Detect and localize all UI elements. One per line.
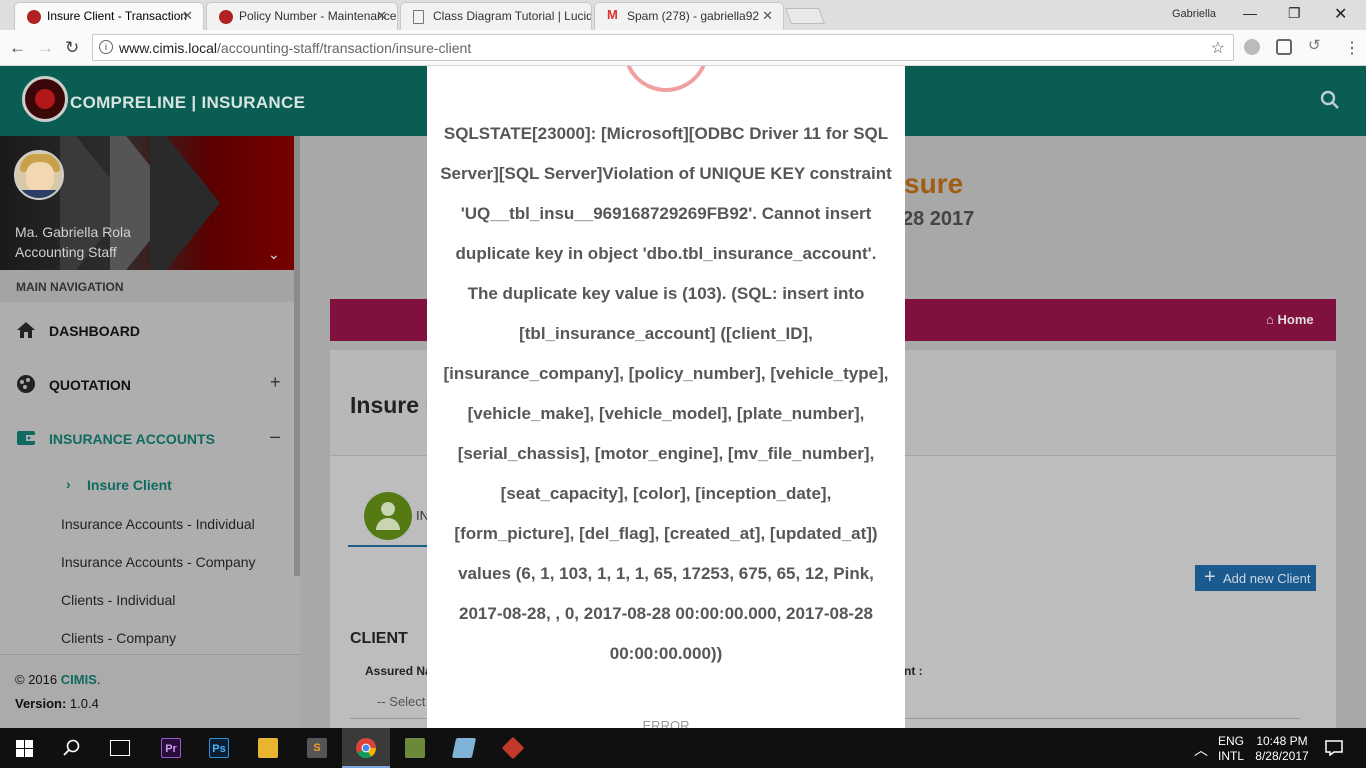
error-message: SQLSTATE[23000]: [Microsoft][ODBC Driver… bbox=[440, 124, 892, 663]
tab-policy-number[interactable]: Policy Number - Maintenance ✕ bbox=[206, 2, 398, 30]
tray-chevron-up-icon[interactable]: ︿ bbox=[1194, 740, 1208, 760]
error-circle-icon bbox=[623, 66, 709, 92]
globe-extension-icon[interactable] bbox=[1244, 39, 1260, 55]
company-logo bbox=[22, 76, 68, 122]
language-indicator[interactable]: ENG INTL bbox=[1218, 734, 1244, 764]
cimis-favicon-icon bbox=[27, 10, 41, 24]
notepad-icon bbox=[451, 738, 477, 758]
field-label: nt : bbox=[904, 664, 923, 678]
bookmark-star-icon[interactable]: ☆ bbox=[1211, 38, 1225, 58]
search-icon[interactable] bbox=[63, 739, 81, 757]
sidebar: Ma. Gabriella Rola Accounting Staff ⌄ MA… bbox=[0, 136, 300, 728]
taskbar-chrome[interactable] bbox=[342, 728, 390, 768]
close-tab-icon[interactable]: ✕ bbox=[182, 8, 193, 24]
sidebar-subitem-insure-client[interactable]: Insure Client bbox=[87, 477, 172, 493]
sidebar-subitem-clients-individual[interactable]: Clients - Individual bbox=[61, 592, 175, 608]
new-tab-button[interactable] bbox=[785, 8, 825, 24]
assured-name-select[interactable]: -- Select bbox=[377, 694, 425, 709]
taskbar-photoshop[interactable]: Ps bbox=[195, 728, 243, 768]
info-icon[interactable]: i bbox=[99, 40, 113, 54]
user-profile-panel: Ma. Gabriella Rola Accounting Staff ⌄ bbox=[0, 136, 300, 270]
history-extension-icon[interactable]: ↺ bbox=[1308, 36, 1324, 54]
sidebar-item-quotation[interactable]: QUOTATION + bbox=[0, 364, 290, 404]
cimis-favicon-icon bbox=[219, 10, 233, 24]
close-window-icon[interactable]: ✕ bbox=[1334, 4, 1347, 24]
sidebar-item-insurance-accounts[interactable]: INSURANCE ACCOUNTS – bbox=[0, 418, 290, 458]
breadcrumb-home[interactable]: ⌂ Home bbox=[1266, 312, 1314, 327]
windows-taskbar: Pr Ps S ︿ ENG INTL 10:48 PM 8/28/2017 bbox=[0, 728, 1366, 768]
chevron-right-icon: › bbox=[66, 476, 71, 492]
back-icon[interactable]: ← bbox=[9, 38, 26, 58]
page-date: 28 2017 bbox=[902, 208, 975, 230]
tab-underline bbox=[348, 545, 428, 547]
notification-icon[interactable] bbox=[1325, 740, 1343, 756]
client-section-header: CLIENT bbox=[350, 630, 408, 647]
main-navigation-header: MAIN NAVIGATION bbox=[0, 270, 300, 302]
user-circle-icon[interactable] bbox=[364, 492, 412, 540]
task-view-icon[interactable] bbox=[110, 740, 130, 756]
avatar bbox=[14, 150, 64, 200]
close-tab-icon[interactable]: ✕ bbox=[376, 8, 387, 24]
profile-name: Ma. Gabriella Rola bbox=[15, 224, 131, 240]
gmail-icon: M bbox=[607, 7, 618, 22]
brand-title[interactable]: COMPRELINE | INSURANCE bbox=[70, 93, 305, 113]
palette-icon bbox=[17, 375, 35, 393]
wallet-icon bbox=[17, 431, 35, 445]
tab-insure-client[interactable]: Insure Client - Transaction ✕ bbox=[14, 2, 204, 30]
page-title: sure bbox=[904, 168, 964, 199]
sidebar-subitem-accounts-company[interactable]: Insurance Accounts - Company bbox=[61, 554, 256, 570]
close-tab-icon[interactable]: ✕ bbox=[762, 8, 773, 24]
restore-icon[interactable]: ❐ bbox=[1288, 5, 1301, 22]
chevron-decoration bbox=[150, 136, 220, 270]
taskbar-tools[interactable] bbox=[391, 728, 439, 768]
expand-icon[interactable]: + bbox=[270, 372, 281, 393]
page-icon bbox=[413, 10, 424, 24]
git-icon bbox=[501, 736, 525, 760]
tools-icon bbox=[405, 738, 425, 758]
version-info: Version: 1.0.4 bbox=[15, 696, 99, 711]
taskbar-notepad[interactable] bbox=[440, 728, 488, 768]
tab-gmail-spam[interactable]: M Spam (278) - gabriella92 ✕ bbox=[594, 2, 784, 30]
sidebar-item-dashboard[interactable]: DASHBOARD bbox=[0, 310, 290, 350]
sublime-icon: S bbox=[307, 738, 327, 758]
plus-icon: + bbox=[1204, 566, 1216, 588]
premiere-icon: Pr bbox=[161, 738, 181, 758]
taskbar-premiere[interactable]: Pr bbox=[147, 728, 195, 768]
taskbar-git[interactable] bbox=[489, 728, 537, 768]
chevron-down-icon[interactable]: ⌄ bbox=[268, 246, 280, 263]
search-icon[interactable] bbox=[1320, 90, 1340, 110]
address-bar-row: ← → ↻ i www.cimis.local/accounting-staff… bbox=[0, 30, 1366, 66]
browser-user-label[interactable]: Gabriella bbox=[1172, 8, 1216, 20]
windows-start-icon[interactable] bbox=[16, 740, 33, 757]
home-icon: ⌂ bbox=[1266, 312, 1274, 327]
menu-icon[interactable]: ⋮ bbox=[1344, 38, 1360, 58]
minimize-icon[interactable]: — bbox=[1243, 5, 1257, 21]
forward-icon[interactable]: → bbox=[37, 38, 54, 58]
profile-role: Accounting Staff bbox=[15, 244, 117, 260]
home-icon bbox=[17, 322, 35, 338]
copyright: © 2016 CIMIS. bbox=[15, 672, 101, 687]
box-title: Insure I bbox=[350, 392, 432, 418]
taskbar-sublime[interactable]: S bbox=[293, 728, 341, 768]
photoshop-icon: Ps bbox=[209, 738, 229, 758]
collapse-icon[interactable]: – bbox=[270, 426, 280, 447]
clock[interactable]: 10:48 PM 8/28/2017 bbox=[1255, 734, 1309, 764]
tab-class-diagram[interactable]: Class Diagram Tutorial | Lucidchart bbox=[400, 2, 592, 30]
error-title: ERROR bbox=[642, 718, 690, 728]
add-new-client-button[interactable]: + Add new Client bbox=[1195, 565, 1316, 591]
folder-icon bbox=[258, 738, 278, 758]
cimis-link[interactable]: CIMIS bbox=[61, 672, 97, 687]
reload-icon[interactable]: ↻ bbox=[65, 38, 79, 58]
error-modal: SQLSTATE[23000]: [Microsoft][ODBC Driver… bbox=[427, 66, 905, 728]
sidebar-subitem-clients-company[interactable]: Clients - Company bbox=[61, 630, 176, 646]
taskbar-file-explorer[interactable] bbox=[244, 728, 292, 768]
browser-tab-strip: Insure Client - Transaction ✕ Policy Num… bbox=[0, 0, 1366, 30]
url-field[interactable]: i www.cimis.local/accounting-staff/trans… bbox=[92, 34, 1234, 61]
assured-name-label: Assured Na bbox=[365, 664, 432, 678]
sidebar-footer: © 2016 CIMIS. Version: 1.0.4 bbox=[0, 654, 300, 728]
sidebar-subitem-accounts-individual[interactable]: Insurance Accounts - Individual bbox=[61, 516, 255, 532]
extension-icon[interactable] bbox=[1276, 39, 1292, 55]
chrome-icon bbox=[356, 738, 377, 759]
